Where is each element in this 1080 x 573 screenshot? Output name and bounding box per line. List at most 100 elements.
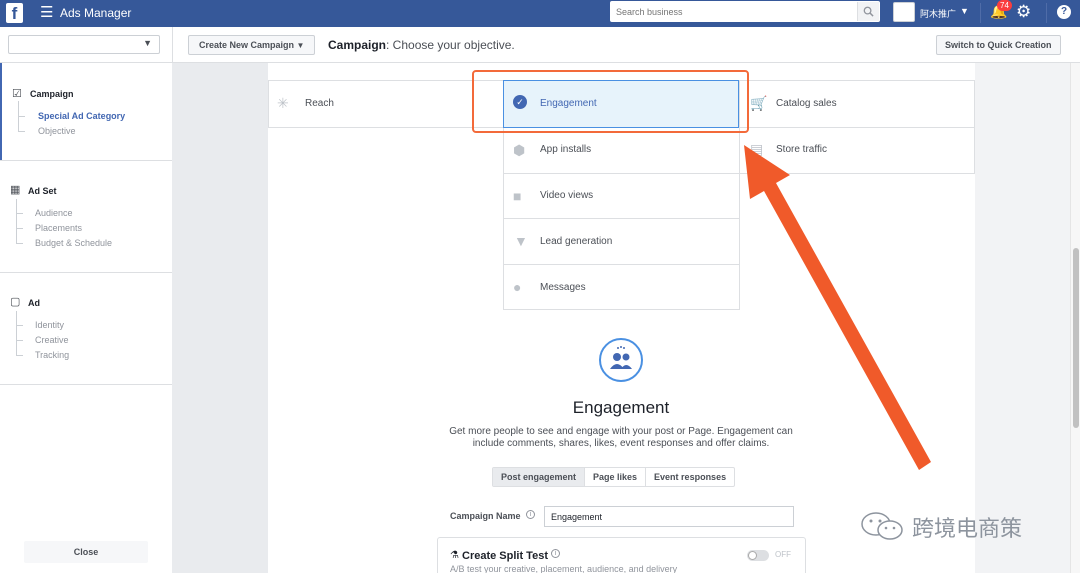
page-title: Campaign: Choose your objective. <box>328 38 515 52</box>
campaign-name-label: Campaign Name <box>450 511 521 521</box>
sidebar-item-audience[interactable]: Audience <box>35 208 73 218</box>
tree-line <box>16 199 17 244</box>
sidebar-section-campaign[interactable]: Campaign <box>30 89 74 99</box>
right-panel <box>975 63 1070 573</box>
highlight-box <box>472 70 749 133</box>
create-campaign-button[interactable]: Create New Campaign ▼ <box>188 35 316 55</box>
split-test-card: ⚗ Create Split Test i A/B test your crea… <box>437 537 806 573</box>
tree-line <box>16 243 23 244</box>
tree-line <box>18 131 25 132</box>
tab-page-likes[interactable]: Page likes <box>585 468 647 486</box>
objective-store-traffic[interactable]: Store traffic <box>776 144 827 155</box>
info-icon[interactable]: i <box>526 510 535 519</box>
page-title-rest: : Choose your objective. <box>386 38 515 52</box>
scrollbar-thumb[interactable] <box>1073 248 1079 428</box>
search-icon <box>863 6 874 17</box>
facebook-logo[interactable]: f <box>6 3 23 23</box>
sidebar-item-budget-schedule[interactable]: Budget & Schedule <box>35 238 112 248</box>
sidebar-item-placements[interactable]: Placements <box>35 223 82 233</box>
objective-catalog-sales[interactable]: Catalog sales <box>776 98 837 109</box>
sidebar-item-tracking[interactable]: Tracking <box>35 350 69 360</box>
grid-line <box>268 80 269 128</box>
help-icon[interactable]: ? <box>1057 5 1071 19</box>
divider <box>0 272 172 273</box>
engagement-people-icon <box>599 338 643 382</box>
objective-reach[interactable]: Reach <box>305 98 334 109</box>
top-bar: f ☰ Ads Manager 阿木推广 ▼ 🔔 74 ⚙ ? <box>0 0 1080 27</box>
tab-event-responses[interactable]: Event responses <box>646 468 734 486</box>
grid-line <box>739 173 975 174</box>
grid-line <box>503 309 739 310</box>
tree-line <box>16 213 23 214</box>
split-test-toggle[interactable] <box>747 550 769 561</box>
filter-icon: ▼ <box>514 233 528 249</box>
active-indicator <box>0 63 2 160</box>
search-input[interactable] <box>610 1 855 22</box>
video-icon: ■ <box>513 188 522 204</box>
cart-icon: 🛒 <box>750 95 768 111</box>
tree-line <box>16 228 23 229</box>
split-test-title: Create Split Test <box>462 550 548 562</box>
objective-messages[interactable]: Messages <box>540 282 586 293</box>
objective-app-installs[interactable]: App installs <box>540 144 591 155</box>
store-icon: ▤ <box>750 141 764 157</box>
chevron-down-icon: ▼ <box>143 38 152 48</box>
wechat-logo <box>861 512 903 540</box>
reach-icon: ✳ <box>277 95 289 111</box>
objective-lead-generation[interactable]: Lead generation <box>540 236 612 247</box>
app-title[interactable]: Ads Manager <box>60 6 131 20</box>
grid-line <box>974 80 975 174</box>
tree-line <box>16 355 23 356</box>
page-title-bold: Campaign <box>328 38 387 52</box>
quick-creation-button[interactable]: Switch to Quick Creation <box>936 35 1061 55</box>
tree-line <box>16 325 23 326</box>
adset-icon: ▦ <box>10 184 21 196</box>
menu-icon[interactable]: ☰ <box>40 5 53 21</box>
divider <box>172 27 173 63</box>
sidebar-item-identity[interactable]: Identity <box>35 320 64 330</box>
campaign-name-field[interactable] <box>544 506 794 527</box>
grid-line <box>503 173 739 174</box>
account-name[interactable]: 阿木推广 <box>920 7 956 20</box>
chevron-down-icon: ▼ <box>296 41 305 50</box>
sidebar: ☑ Campaign Special Ad Category Objective… <box>0 63 172 573</box>
watermark-text: 跨境电商策 <box>912 517 1023 542</box>
info-icon[interactable]: i <box>551 549 560 558</box>
sidebar-item-special-ad-category[interactable]: Special Ad Category <box>38 111 125 121</box>
account-avatar[interactable] <box>893 2 915 22</box>
account-select[interactable]: ▼ <box>8 35 160 54</box>
sub-header: ▼ Create New Campaign ▼ Campaign: Choose… <box>0 27 1080 63</box>
divider <box>0 384 172 385</box>
toggle-knob <box>748 551 757 560</box>
tree-line <box>18 116 25 117</box>
divider <box>0 160 172 161</box>
sidebar-item-creative[interactable]: Creative <box>35 335 69 345</box>
close-button[interactable]: Close <box>24 541 148 563</box>
app-installs-icon: ⬢ <box>513 142 526 158</box>
chat-bubble-icon: ● <box>513 279 522 295</box>
gear-icon[interactable]: ⚙ <box>1016 2 1031 22</box>
search-box <box>610 1 880 22</box>
objective-description: Get more people to see and engage with y… <box>449 426 793 449</box>
tree-line <box>16 311 17 356</box>
chevron-down-icon[interactable]: ▼ <box>960 6 969 16</box>
objective-video-views[interactable]: Video views <box>540 190 593 201</box>
main-panel <box>268 63 975 573</box>
create-campaign-label: Create New Campaign <box>199 40 295 50</box>
tree-line <box>16 340 23 341</box>
grid-line <box>503 218 739 219</box>
scrollbar[interactable] <box>1070 63 1080 573</box>
split-test-description: A/B test your creative, placement, audie… <box>450 564 678 573</box>
sidebar-item-objective[interactable]: Objective <box>38 126 76 136</box>
divider <box>980 3 981 23</box>
grid-line <box>503 264 739 265</box>
objective-title: Engagement <box>572 398 670 417</box>
watermark: 跨境电商策 <box>858 511 1022 542</box>
notification-badge: 74 <box>997 0 1012 11</box>
search-button[interactable] <box>857 2 879 21</box>
ad-icon: ▢ <box>10 296 21 308</box>
sidebar-section-adset[interactable]: Ad Set <box>28 186 57 196</box>
tab-post-engagement[interactable]: Post engagement <box>493 468 586 486</box>
flask-icon: ⚗ <box>450 550 459 561</box>
sidebar-section-ad[interactable]: Ad <box>28 298 40 308</box>
